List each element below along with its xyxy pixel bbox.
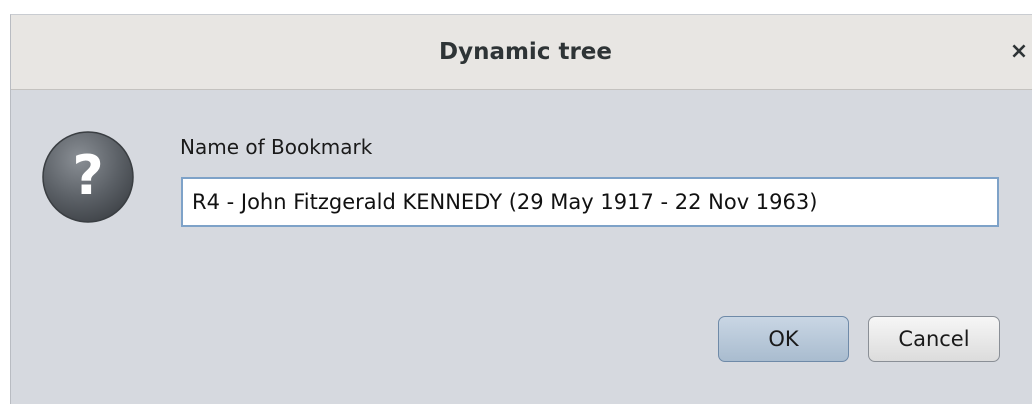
bookmark-name-label: Name of Bookmark (180, 135, 373, 159)
dialog-title: Dynamic tree (438, 39, 612, 65)
bookmark-name-input[interactable] (181, 177, 999, 227)
close-icon: × (1009, 39, 1029, 64)
cancel-button[interactable]: Cancel (868, 316, 1000, 362)
ok-button[interactable]: OK (718, 316, 849, 362)
close-button[interactable]: × (1004, 37, 1032, 67)
question-icon: ? (42, 131, 134, 223)
dialog-window: Dynamic tree × ? Name of Bookmark OK Can… (10, 14, 1032, 404)
title-bar: Dynamic tree × (11, 15, 1032, 90)
question-glyph: ? (72, 144, 103, 207)
